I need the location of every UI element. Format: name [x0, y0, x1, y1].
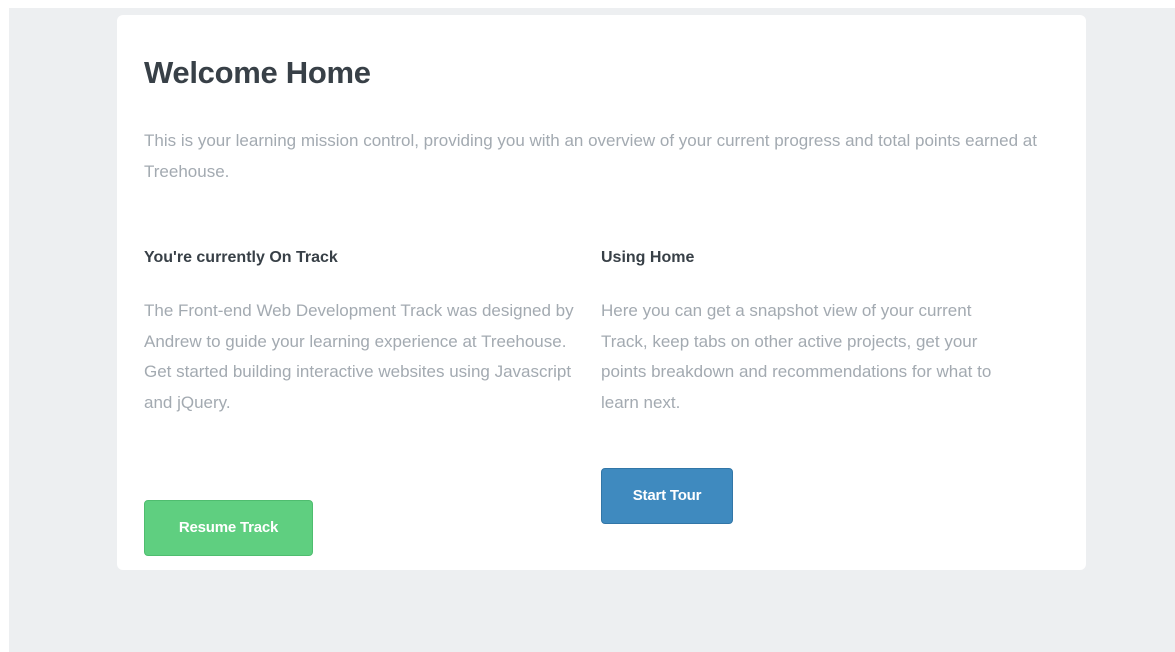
start-tour-button[interactable]: Start Tour	[601, 468, 733, 524]
using-home-description: Here you can get a snapshot view of your…	[601, 301, 992, 412]
using-home-heading: Using Home	[601, 249, 695, 266]
resume-track-button[interactable]: Resume Track	[144, 500, 313, 556]
track-description: The Front-end Web Development Track was …	[144, 301, 574, 412]
welcome-card: Welcome Home This is your learning missi…	[117, 15, 1086, 570]
intro-text: This is your learning mission control, p…	[144, 131, 1037, 181]
track-heading: You're currently On Track	[144, 249, 338, 266]
page-title: Welcome Home	[144, 55, 371, 90]
using-home-section: Using Home Here you can get a snapshot v…	[601, 243, 1021, 412]
track-section: You're currently On Track The Front-end …	[144, 243, 579, 412]
